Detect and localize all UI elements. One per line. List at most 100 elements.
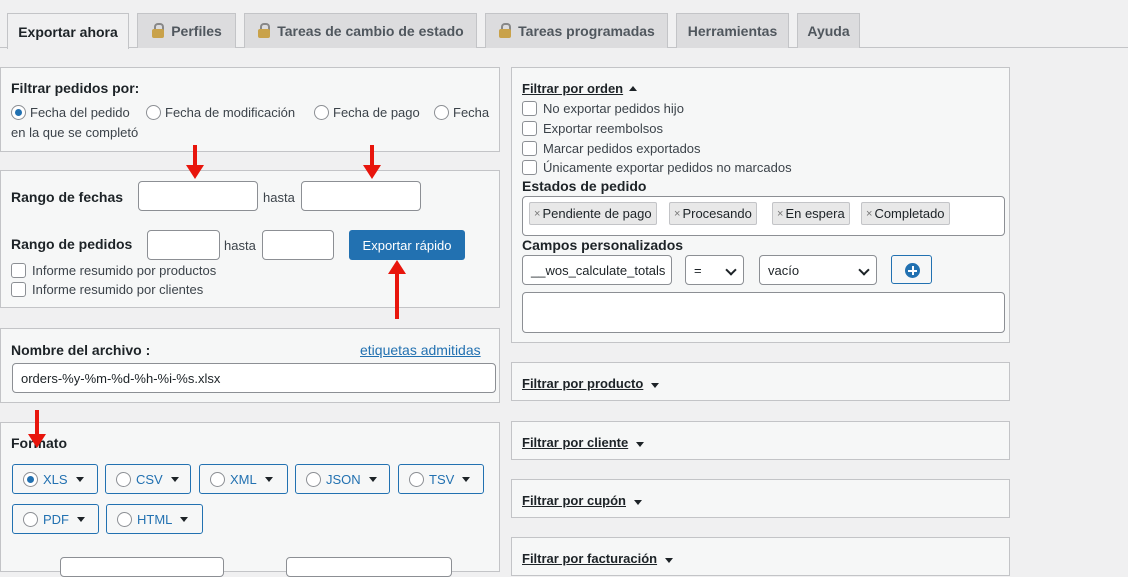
chevron-down-icon — [858, 264, 870, 276]
caret-down-icon — [170, 476, 179, 482]
tab-export-now[interactable]: Exportar ahora — [7, 13, 129, 49]
format-xls[interactable]: XLS — [12, 464, 98, 494]
order-to-input[interactable] — [262, 230, 334, 260]
date-from-input[interactable] — [138, 181, 258, 211]
format-option-field[interactable] — [60, 557, 224, 577]
remove-tag-icon[interactable]: × — [866, 208, 872, 220]
caret-down-icon — [180, 516, 189, 522]
filter-coupon-section[interactable]: Filtrar por cupón — [511, 479, 1010, 518]
format-json[interactable]: JSON — [295, 464, 390, 494]
checkbox-icon — [522, 101, 537, 116]
lock-icon — [151, 23, 165, 39]
radio-icon — [409, 471, 424, 487]
caret-down-icon — [636, 442, 645, 447]
section-title: Filtrar por cupón — [522, 493, 642, 508]
caret-down-icon — [651, 383, 660, 388]
summary-products-checkbox[interactable]: Informe resumido por productos — [11, 263, 216, 278]
no-child-orders-checkbox[interactable]: No exportar pedidos hijo — [522, 101, 684, 116]
value-select[interactable]: vacío — [759, 255, 877, 285]
radio-icon — [116, 471, 131, 487]
radio-icon — [11, 105, 26, 120]
tab-label: Ayuda — [807, 23, 850, 39]
format-option-field[interactable] — [286, 557, 452, 577]
order-range-label: Rango de pedidos — [11, 236, 133, 252]
plus-circle-icon — [905, 263, 920, 278]
section-title: Filtrar por cliente — [522, 435, 645, 450]
tab-help[interactable]: Ayuda — [797, 13, 860, 48]
remove-tag-icon[interactable]: × — [534, 208, 540, 220]
checkbox-icon — [522, 121, 537, 136]
format-panel: Formato XLS CSV XML JSON TSV PDF HTML — [0, 422, 500, 577]
tab-label: Tareas programadas — [518, 23, 655, 39]
status-tag[interactable]: × Pendiente de pago — [529, 202, 657, 225]
tab-scheduled-tasks[interactable]: Tareas programadas — [485, 13, 668, 48]
chevron-down-icon — [725, 264, 737, 276]
radio-icon — [117, 511, 132, 527]
caret-down-icon — [634, 500, 642, 505]
add-field-button[interactable] — [891, 255, 932, 284]
section-title: Filtrar por producto — [522, 376, 660, 391]
caret-down-icon — [264, 476, 273, 482]
filter-customer-section[interactable]: Filtrar por cliente — [511, 421, 1010, 460]
caret-down-icon — [77, 516, 85, 522]
export-refunds-checkbox[interactable]: Exportar reembolsos — [522, 121, 663, 136]
status-tag[interactable]: × Procesando — [669, 202, 757, 225]
custom-fields-list[interactable] — [522, 292, 1005, 333]
caret-down-icon — [462, 476, 471, 482]
radio-icon — [210, 471, 225, 487]
date-range-label: Rango de fechas — [11, 189, 124, 205]
order-filter-toggle[interactable]: Filtrar por orden — [522, 81, 638, 96]
status-tag[interactable]: × Completado — [861, 202, 950, 225]
radio-modified-date[interactable]: Fecha de modificación — [146, 105, 295, 120]
radio-icon — [306, 471, 321, 487]
tab-bar: Exportar ahora Perfiles Tareas de cambio… — [0, 0, 1128, 49]
filename-title: Nombre del archivo : — [11, 342, 151, 358]
filename-input[interactable]: orders-%y-%m-%d-%h-%i-%s.xlsx — [12, 363, 496, 393]
checkbox-icon — [522, 141, 537, 156]
radio-order-date[interactable]: Fecha del pedido — [11, 105, 130, 120]
format-xml[interactable]: XML — [199, 464, 288, 494]
operator-select[interactable]: = — [685, 255, 744, 285]
date-to-input[interactable] — [301, 181, 421, 211]
tab-profiles[interactable]: Perfiles — [137, 13, 236, 48]
custom-fields-title: Campos personalizados — [522, 237, 684, 253]
tab-status-tasks[interactable]: Tareas de cambio de estado — [244, 13, 477, 48]
checkbox-icon — [522, 160, 537, 175]
radio-icon — [23, 511, 38, 527]
filename-panel: Nombre del archivo : etiquetas admitidas… — [0, 328, 500, 403]
until-label: hasta — [224, 238, 256, 253]
format-html[interactable]: HTML — [106, 504, 203, 534]
supported-tags-link[interactable]: etiquetas admitidas — [360, 342, 481, 358]
custom-field-select[interactable]: __wos_calculate_totals — [522, 255, 672, 285]
format-pdf[interactable]: PDF — [12, 504, 99, 534]
summary-customers-checkbox[interactable]: Informe resumido por clientes — [11, 282, 203, 297]
tab-label: Tareas de cambio de estado — [277, 23, 464, 39]
tab-label: Herramientas — [687, 23, 778, 39]
unmarked-only-checkbox[interactable]: Únicamente exportar pedidos no marcados — [522, 160, 792, 175]
filter-billing-section[interactable]: Filtrar por facturación — [511, 537, 1010, 576]
order-statuses-title: Estados de pedido — [522, 178, 647, 194]
quick-export-button[interactable]: Exportar rápido — [349, 230, 465, 260]
filter-by-panel: Filtrar pedidos por: Fecha del pedido Fe… — [0, 67, 500, 152]
caret-up-icon — [629, 86, 638, 91]
status-tag[interactable]: × En espera — [772, 202, 850, 225]
radio-icon — [146, 105, 161, 120]
radio-completed-date[interactable]: Fecha — [434, 105, 489, 120]
order-from-input[interactable] — [147, 230, 220, 260]
tab-label: Perfiles — [171, 23, 222, 39]
caret-down-icon — [368, 476, 377, 482]
format-csv[interactable]: CSV — [105, 464, 191, 494]
caret-down-icon — [75, 476, 84, 482]
filter-by-title: Filtrar pedidos por: — [11, 80, 140, 96]
checkbox-icon — [11, 263, 26, 278]
filter-product-section[interactable]: Filtrar por producto — [511, 362, 1010, 401]
remove-tag-icon[interactable]: × — [777, 208, 783, 220]
mark-exported-checkbox[interactable]: Marcar pedidos exportados — [522, 141, 701, 156]
radio-completed-date-cont: en la que se completó — [11, 125, 139, 140]
format-tsv[interactable]: TSV — [398, 464, 484, 494]
radio-icon — [314, 105, 329, 120]
remove-tag-icon[interactable]: × — [674, 208, 680, 220]
range-panel: Rango de fechas hasta Rango de pedidos h… — [0, 170, 500, 308]
tab-tools[interactable]: Herramientas — [676, 13, 789, 48]
radio-paid-date[interactable]: Fecha de pago — [314, 105, 420, 120]
